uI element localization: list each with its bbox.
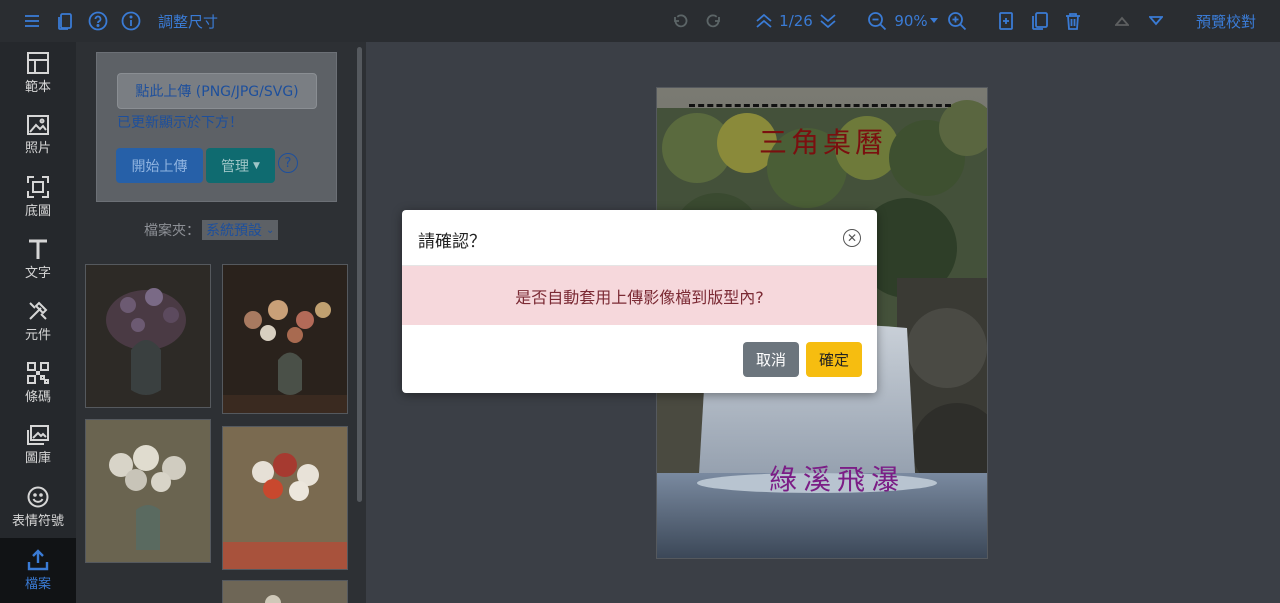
- cancel-button[interactable]: 取消: [743, 342, 799, 377]
- dialog-message: 是否自動套用上傳影像檔到版型內?: [402, 266, 877, 325]
- confirm-button[interactable]: 確定: [806, 342, 862, 377]
- confirm-dialog: 請確認？ ✕ 是否自動套用上傳影像檔到版型內? 取消 確定: [402, 210, 877, 393]
- dialog-footer: 取消 確定: [402, 325, 877, 393]
- close-icon[interactable]: ✕: [843, 229, 861, 247]
- dialog-header: 請確認？ ✕: [402, 210, 877, 266]
- dialog-title: 請確認？: [418, 232, 486, 252]
- dialog-message-text: 是否自動套用上傳影像檔到版型內?: [515, 287, 764, 307]
